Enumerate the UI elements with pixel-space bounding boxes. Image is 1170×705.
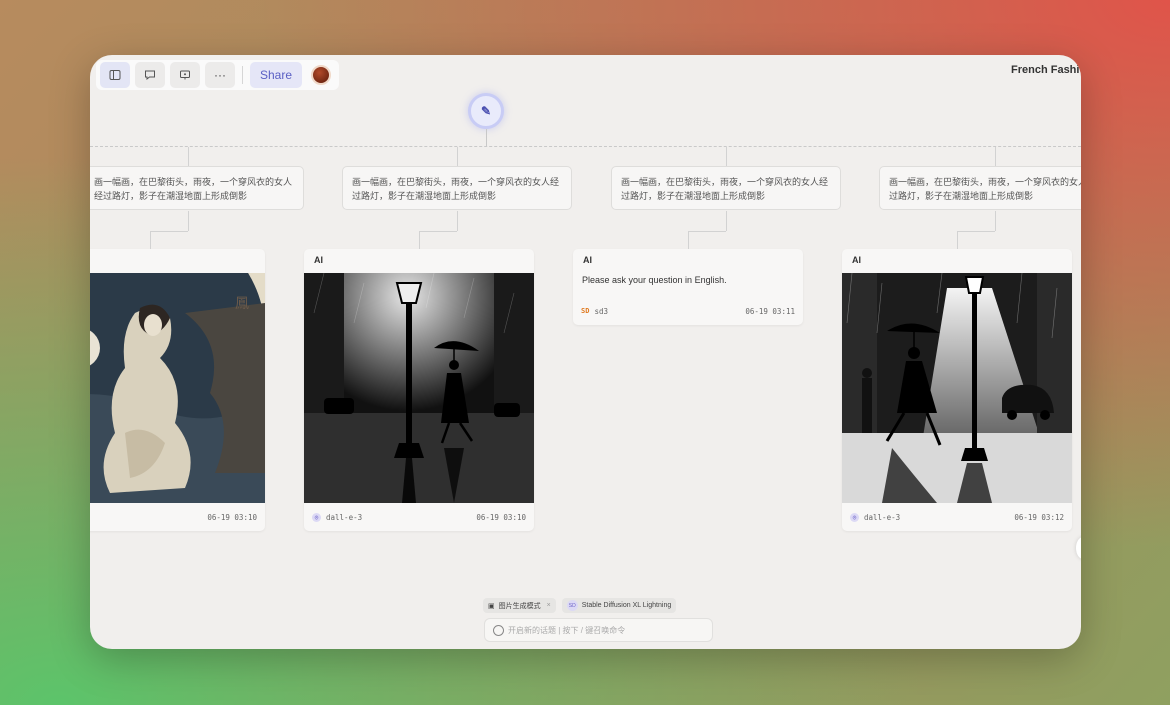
result-card[interactable]: AI Please ask your question in English. … bbox=[573, 249, 803, 325]
connector-line bbox=[457, 147, 458, 166]
ink-painting-image: 鳳 bbox=[90, 273, 265, 503]
result-card[interactable]: AI bbox=[842, 249, 1072, 531]
connector-line bbox=[188, 147, 189, 166]
result-footer: 06-19 03:10 bbox=[90, 503, 265, 531]
scroll-handle[interactable] bbox=[1076, 537, 1081, 559]
connector-line bbox=[957, 231, 958, 249]
sd-icon: SD bbox=[581, 307, 590, 315]
timestamp: 06-19 03:10 bbox=[207, 512, 257, 522]
timestamp: 06-19 03:10 bbox=[476, 512, 526, 522]
connector-line bbox=[486, 129, 487, 147]
model-label: ◎ dall-e-3 bbox=[312, 512, 363, 522]
connector-line bbox=[150, 231, 151, 249]
connector-line bbox=[957, 231, 995, 232]
magic-wand-icon: ✎ bbox=[480, 104, 492, 118]
image-icon: ▣ bbox=[488, 602, 495, 610]
comment-button[interactable] bbox=[135, 62, 165, 88]
image-mode-tag[interactable]: ▣ 图片生成模式 × bbox=[483, 598, 556, 613]
toolbar: ··· Share bbox=[96, 60, 340, 90]
mode-tag-label: 图片生成模式 bbox=[498, 602, 541, 610]
generated-image[interactable] bbox=[842, 273, 1072, 503]
connector-line bbox=[995, 211, 996, 231]
avatar[interactable] bbox=[311, 65, 332, 85]
connector-line bbox=[726, 211, 727, 231]
connector-line bbox=[995, 147, 996, 166]
branch-line bbox=[90, 146, 1081, 147]
prompt-text: 画一幅画，在巴黎街头，雨夜，一个穿风衣的女人经过路灯，影子在潮湿地面上形成倒影 bbox=[889, 177, 1081, 201]
model-name: dall-e-3 bbox=[864, 512, 901, 522]
result-header: AI bbox=[852, 255, 861, 265]
timestamp: 06-19 03:12 bbox=[1014, 512, 1064, 522]
more-button[interactable]: ··· bbox=[205, 62, 235, 88]
model-name: dall-e-3 bbox=[326, 512, 363, 522]
result-text: Please ask your question in English. bbox=[582, 275, 727, 285]
connector-line bbox=[188, 211, 189, 231]
prompt-text: 画一幅画，在巴黎街头，雨夜，一个穿风衣的女人经过路灯，影子在潮湿地面上形成倒影 bbox=[352, 177, 560, 201]
connector-line bbox=[688, 231, 726, 232]
connector-line bbox=[457, 211, 458, 231]
prompt-input-box[interactable] bbox=[484, 618, 713, 642]
model-label: SD sd3 bbox=[581, 307, 608, 316]
app-window: ··· Share French Fashi ✎ 画一幅画，在巴黎街头，雨夜，一… bbox=[90, 55, 1081, 649]
prompt-card[interactable]: 画一幅画，在巴黎街头，雨夜，一个穿风衣的女人经过路灯，影子在潮湿地面上形成倒影 bbox=[879, 166, 1081, 210]
present-icon bbox=[180, 70, 190, 80]
connector-line bbox=[419, 231, 420, 249]
result-header bbox=[90, 249, 265, 273]
model-label: ◎ dall-e-3 bbox=[850, 512, 901, 522]
result-footer: SD sd3 06-19 03:11 bbox=[573, 297, 803, 325]
result-footer: ◎ dall-e-3 06-19 03:12 bbox=[842, 503, 1072, 531]
prompt-text: 画一幅画，在巴黎街头，雨夜，一个穿风衣的女人经过路灯，影子在潮湿地面上形成倒影 bbox=[621, 177, 829, 201]
sketch-street-image bbox=[842, 273, 1072, 503]
connector-line bbox=[726, 147, 727, 166]
openai-icon: ◎ bbox=[850, 512, 859, 522]
mode-tags: ▣ 图片生成模式 × SD Stable Diffusion XL Lightn… bbox=[483, 598, 677, 613]
prompt-card[interactable]: 画一幅画，在巴黎街头，雨夜，一个穿风衣的女人经过路灯，影子在潮湿地面上形成倒影 bbox=[611, 166, 841, 210]
close-icon[interactable]: × bbox=[547, 602, 551, 609]
present-button[interactable] bbox=[170, 62, 200, 88]
prompt-input[interactable] bbox=[508, 625, 698, 635]
comment-icon bbox=[145, 70, 155, 81]
model-tag-label: Stable Diffusion XL Lightning bbox=[581, 602, 672, 609]
connector-line bbox=[419, 231, 457, 232]
generated-image[interactable] bbox=[304, 273, 534, 503]
result-header: AI bbox=[583, 255, 592, 265]
prompt-card[interactable]: 画一幅画，在巴黎街头，雨夜，一个穿风衣的女人经过路灯，影子在潮湿地面上形成倒影 bbox=[90, 166, 304, 210]
prompt-text: 画一幅画，在巴黎街头，雨夜，一个穿风衣的女人经过路灯，影子在潮湿地面上形成倒影 bbox=[94, 177, 293, 201]
more-icon: ··· bbox=[214, 68, 226, 82]
timestamp: 06-19 03:11 bbox=[745, 306, 795, 316]
document-title: French Fashi bbox=[1011, 64, 1080, 76]
connector-line bbox=[688, 231, 689, 249]
toolbar-divider bbox=[242, 66, 243, 84]
result-header: AI bbox=[314, 255, 323, 265]
result-card[interactable]: 鳳 06-19 03:10 bbox=[90, 249, 265, 531]
model-tag[interactable]: SD Stable Diffusion XL Lightning bbox=[561, 598, 677, 613]
root-node[interactable]: ✎ bbox=[468, 93, 504, 129]
prompt-card[interactable]: 画一幅画，在巴黎街头，雨夜，一个穿风衣的女人经过路灯，影子在潮湿地面上形成倒影 bbox=[342, 166, 572, 210]
noir-street-image bbox=[304, 273, 534, 503]
sd-model-icon: SD bbox=[566, 600, 578, 611]
result-footer: ◎ dall-e-3 06-19 03:10 bbox=[304, 503, 534, 531]
new-topic-icon[interactable] bbox=[493, 624, 504, 636]
openai-icon: ◎ bbox=[312, 512, 321, 522]
result-card[interactable]: AI bbox=[304, 249, 534, 531]
connector-line bbox=[150, 231, 188, 232]
generated-image[interactable]: 鳳 bbox=[90, 273, 265, 503]
svg-text:鳳: 鳳 bbox=[235, 296, 249, 312]
model-name: sd3 bbox=[594, 306, 608, 316]
share-button[interactable]: Share bbox=[250, 62, 303, 88]
sidebar-toggle-button[interactable] bbox=[100, 62, 130, 88]
sidebar-icon bbox=[109, 70, 121, 80]
